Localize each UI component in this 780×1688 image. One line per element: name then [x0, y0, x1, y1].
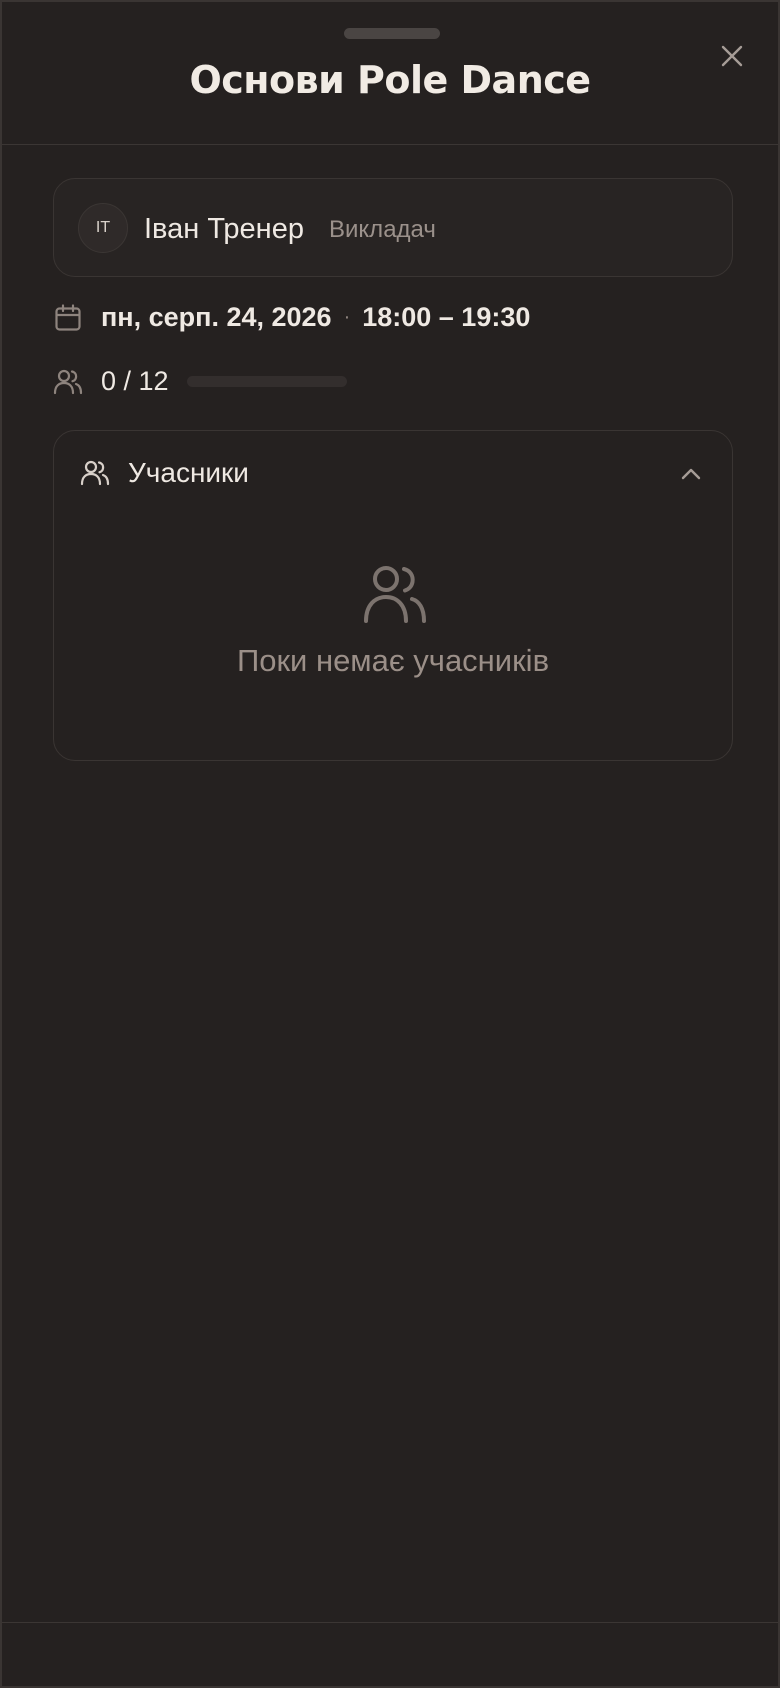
avatar: ІТ: [78, 203, 128, 253]
empty-state-text: Поки немає учасників: [236, 643, 550, 678]
trainer-role: Викладач: [329, 216, 436, 243]
close-button[interactable]: [712, 36, 752, 76]
users-icon: [80, 458, 110, 488]
footer-divider: [2, 1622, 778, 1623]
collapse-toggle[interactable]: [676, 459, 706, 489]
separator-dot: ·: [343, 306, 351, 328]
class-date: пн, серп. 24, 2026: [101, 302, 332, 332]
sheet-title: Основи Pole Dance: [189, 58, 591, 102]
drag-handle[interactable]: [344, 28, 440, 39]
class-time: 18:00 – 19:30: [362, 302, 531, 332]
users-icon: [53, 367, 83, 397]
users-empty-icon: [364, 566, 426, 623]
capacity-count: 0 / 12: [101, 366, 169, 396]
header-divider: [2, 144, 778, 145]
participants-header[interactable]: Учасники: [80, 457, 249, 489]
schedule-row: пн, серп. 24, 2026 · 18:00 – 19:30: [53, 302, 530, 333]
participants-title: Учасники: [128, 457, 249, 488]
trainer-card: ІТ Іван Тренер Викладач: [53, 178, 733, 277]
calendar-icon: [53, 303, 83, 333]
participants-panel: Учасники Поки немає учасників: [53, 430, 733, 761]
close-icon: [721, 45, 743, 67]
bottom-sheet: Основи Pole Dance ІТ Іван Тренер Виклада…: [0, 0, 780, 1688]
trainer-name: Іван Тренер: [144, 213, 304, 245]
capacity-row: 0 / 12: [53, 366, 347, 397]
capacity-bar: [186, 376, 347, 387]
chevron-up-icon: [681, 468, 701, 480]
